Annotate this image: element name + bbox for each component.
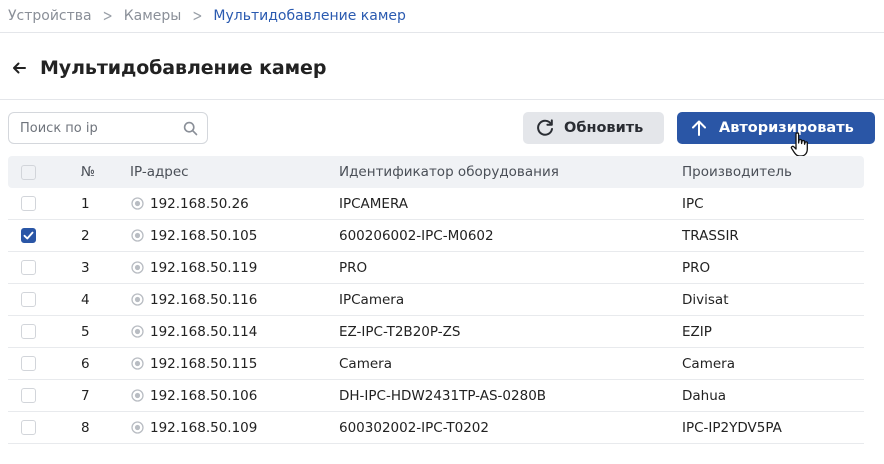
checkmark-icon: [23, 231, 34, 240]
row-hardware-id: PRO: [339, 259, 368, 276]
row-checkbox[interactable]: [21, 292, 36, 307]
table-body: 1 192.168.50.26 IPCAMERA IPC 2 192.168.50.105…: [8, 188, 864, 444]
column-header-ip: IP-адрес: [130, 164, 189, 180]
title-divider: [0, 99, 884, 100]
table-row[interactable]: 1 192.168.50.26 IPCAMERA IPC: [8, 188, 864, 220]
row-checkbox[interactable]: [21, 388, 36, 403]
row-number: 3: [81, 259, 90, 276]
row-number: 4: [81, 291, 90, 308]
row-number: 6: [81, 355, 90, 372]
table-row[interactable]: 7 192.168.50.106 DH-IPC-HDW2431TP-AS-0280B…: [8, 380, 864, 412]
status-dot-icon: [131, 229, 144, 242]
search-icon[interactable]: [183, 121, 198, 136]
status-dot-icon: [131, 357, 144, 370]
row-ip-address: 192.168.50.114: [150, 323, 258, 340]
table-row[interactable]: 8 192.168.50.109 600302002-IPC-T0202 IPC-IP…: [8, 412, 864, 444]
column-header-hardware-id: Идентификатор оборудования: [339, 164, 559, 180]
select-all-checkbox[interactable]: [21, 164, 36, 180]
search-input[interactable]: [20, 113, 180, 143]
row-manufacturer: Dahua: [682, 387, 727, 404]
status-dot-icon: [131, 261, 144, 274]
row-manufacturer: TRASSIR: [682, 227, 739, 244]
row-manufacturer: Camera: [682, 355, 735, 372]
status-dot-icon: [131, 197, 144, 210]
header-divider: [0, 32, 884, 33]
row-ip-address: 192.168.50.109: [150, 419, 258, 436]
cameras-table: № IP-адрес Идентификатор оборудования Пр…: [8, 156, 864, 444]
row-ip-address: 192.168.50.116: [150, 291, 258, 308]
refresh-icon: [537, 119, 553, 136]
column-header-manufacturer: Производитель: [682, 164, 793, 180]
breadcrumb-item-devices[interactable]: Устройства: [8, 8, 92, 24]
row-hardware-id: DH-IPC-HDW2431TP-AS-0280B: [339, 387, 547, 404]
search-box: [8, 112, 208, 144]
row-hardware-id: IPCamera: [339, 291, 405, 308]
chevron-right-icon: >: [102, 6, 113, 26]
refresh-button-label: Обновить: [564, 120, 644, 136]
arrow-left-icon[interactable]: [10, 59, 28, 77]
breadcrumb: Устройства > Камеры > Мультидобавление к…: [8, 6, 406, 26]
title-row: Мультидобавление камер: [10, 55, 326, 81]
arrow-up-icon: [692, 120, 706, 136]
table-header: № IP-адрес Идентификатор оборудования Пр…: [8, 156, 864, 188]
row-number: 8: [81, 419, 90, 436]
table-row[interactable]: 5 192.168.50.114 EZ-IPC-T2B20P-ZS EZIP: [8, 316, 864, 348]
row-number: 1: [81, 195, 90, 212]
row-number: 2: [81, 227, 90, 244]
chevron-right-icon: >: [192, 6, 203, 26]
row-checkbox[interactable]: [21, 356, 36, 371]
table-row[interactable]: 2 192.168.50.105 600206002-IPC-M0602 TRASSI…: [8, 220, 864, 252]
row-hardware-id: EZ-IPC-T2B20P-ZS: [339, 323, 461, 340]
table-row[interactable]: 4 192.168.50.116 IPCamera Divisat: [8, 284, 864, 316]
column-header-number: №: [81, 164, 96, 180]
status-dot-icon: [131, 421, 144, 434]
row-checkbox[interactable]: [21, 228, 36, 243]
row-checkbox[interactable]: [21, 324, 36, 339]
row-manufacturer: PRO: [682, 259, 711, 276]
row-hardware-id: 600206002-IPC-M0602: [339, 227, 494, 244]
row-ip-address: 192.168.50.115: [150, 355, 258, 372]
row-hardware-id: IPCAMERA: [339, 195, 409, 212]
authorize-button[interactable]: Авторизировать: [677, 112, 875, 144]
row-hardware-id: 600302002-IPC-T0202: [339, 419, 489, 436]
row-ip-address: 192.168.50.106: [150, 387, 258, 404]
table-row[interactable]: 3 192.168.50.119 PRO PRO: [8, 252, 864, 284]
authorize-button-label: Авторизировать: [719, 120, 854, 136]
row-ip-address: 192.168.50.119: [150, 259, 258, 276]
breadcrumb-item-current: Мультидобавление камер: [213, 8, 406, 24]
row-checkbox[interactable]: [21, 196, 36, 211]
row-ip-address: 192.168.50.105: [150, 227, 258, 244]
row-manufacturer: Divisat: [682, 291, 729, 308]
row-manufacturer: IPC: [682, 195, 704, 212]
breadcrumb-item-cameras[interactable]: Камеры: [124, 8, 182, 24]
table-row[interactable]: 6 192.168.50.115 Camera Camera: [8, 348, 864, 380]
refresh-button[interactable]: Обновить: [523, 112, 664, 144]
row-checkbox[interactable]: [21, 260, 36, 275]
status-dot-icon: [131, 325, 144, 338]
status-dot-icon: [131, 389, 144, 402]
row-checkbox[interactable]: [21, 420, 36, 435]
page-title: Мультидобавление камер: [40, 57, 327, 79]
row-manufacturer: IPC-IP2YDV5PA: [682, 419, 782, 436]
status-dot-icon: [131, 293, 144, 306]
row-hardware-id: Camera: [339, 355, 392, 372]
row-number: 5: [81, 323, 90, 340]
row-manufacturer: EZIP: [682, 323, 712, 340]
row-number: 7: [81, 387, 90, 404]
row-ip-address: 192.168.50.26: [150, 195, 249, 212]
